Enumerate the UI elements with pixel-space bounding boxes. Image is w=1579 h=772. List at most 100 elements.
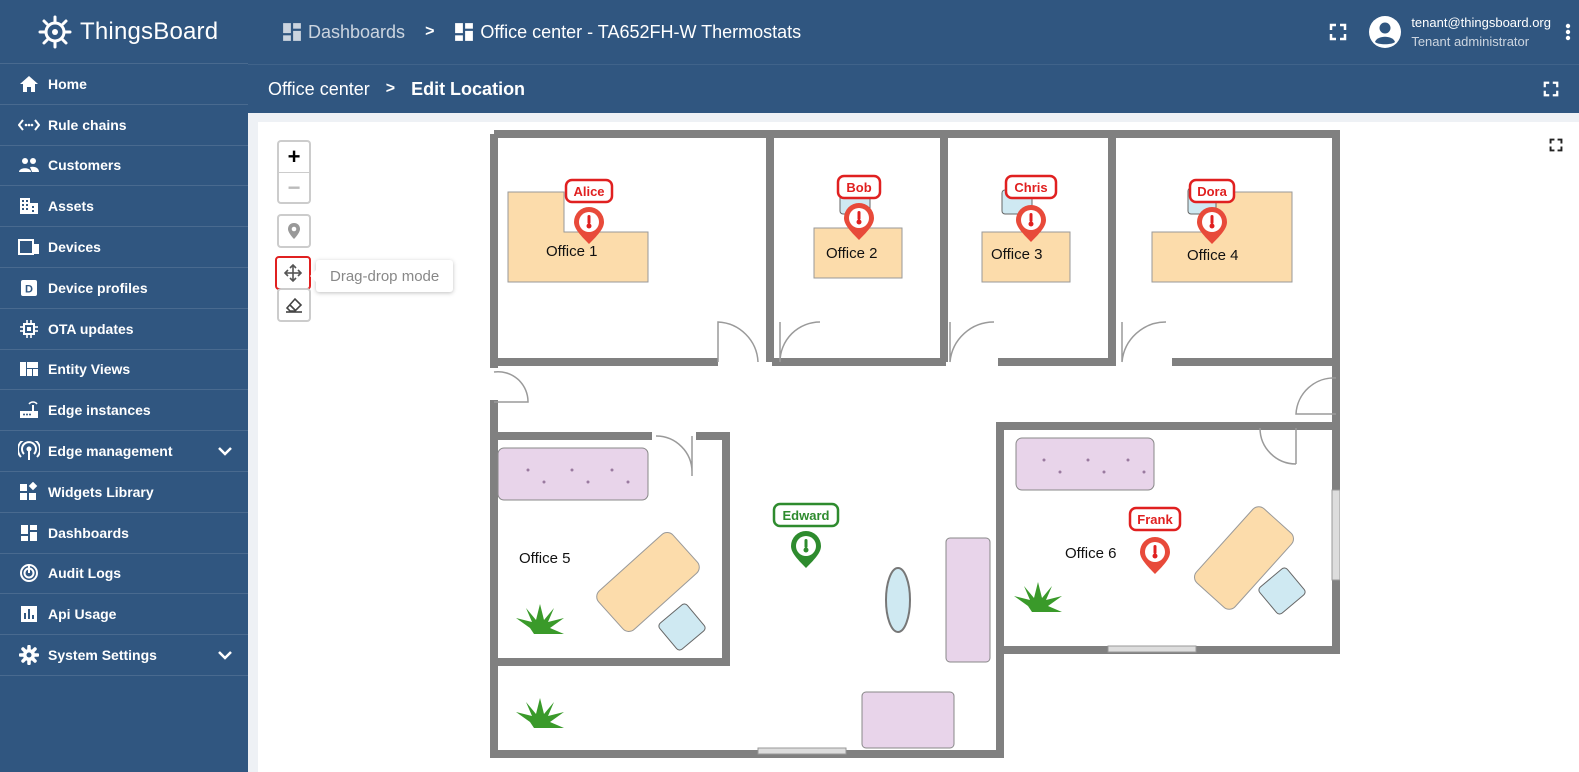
more-vert-icon[interactable] [1565, 23, 1571, 41]
sidebar-item-customers[interactable]: Customers [0, 146, 248, 187]
zoom-in-button[interactable]: + [279, 142, 309, 172]
sidebar-item-device-profiles[interactable]: D Device profiles [0, 268, 248, 309]
sidebar-item-label: Customers [48, 157, 122, 174]
dashboard-icon [283, 23, 301, 41]
breadcrumb-label: Office center - TA652FH-W Thermostats [480, 21, 802, 42]
state-breadcrumb-current: Edit Location [411, 78, 526, 99]
map-widget[interactable]: + − Drag-drop mode Office 1 Office 2 Off… [258, 122, 1579, 772]
floor-plan: Office 1 Office 2 Office 3 Office 4 Offi… [488, 130, 1341, 765]
user-role: Tenant administrator [1411, 34, 1530, 49]
state-breadcrumb-separator: > [385, 80, 396, 97]
sidebar-item-assets[interactable]: Assets [0, 186, 248, 228]
thingsboard-logo-icon [38, 15, 72, 48]
move-arrows-icon [283, 263, 303, 283]
sidebar-item-widgets-library[interactable]: Widgets Library [0, 472, 248, 513]
map-marker-icon [288, 223, 300, 239]
breadcrumb-label: Dashboards [308, 21, 406, 42]
track-changes-icon [18, 563, 40, 583]
router-icon [18, 400, 40, 420]
sidebar-item-rule-chains[interactable]: Rule chains [0, 105, 248, 146]
sidebar-menu: Home Rule chains Customers Assets Device… [0, 64, 248, 676]
sidebar-item-label: Rule chains [48, 116, 127, 133]
marker-label: Edward [783, 508, 830, 523]
sidebar-item-audit-logs[interactable]: Audit Logs [0, 554, 248, 595]
logo[interactable]: ThingsBoard [0, 0, 248, 64]
floor-plan-image: Office 1 Office 2 Office 3 Office 4 Offi… [490, 130, 1341, 758]
sidebar-item-label: Dashboards [48, 524, 129, 541]
devices-icon [18, 237, 40, 257]
drag-drop-tooltip: Drag-drop mode [309, 260, 454, 292]
marker-label: Alice [573, 184, 604, 199]
chip-icon [18, 319, 40, 339]
office-label: Office 3 [991, 246, 1042, 263]
home-icon [18, 74, 40, 94]
sidebar-item-label: OTA updates [48, 320, 134, 337]
sidebar-item-label: Assets [48, 198, 94, 215]
sidebar-item-label: Entity Views [48, 361, 131, 378]
top-header: Dashboards > Office center - TA652FH-W T… [248, 0, 1579, 64]
people-icon [18, 155, 40, 175]
sidebar-item-devices[interactable]: Devices [0, 227, 248, 268]
eraser-icon [285, 297, 303, 313]
office-label: Office 1 [546, 243, 597, 260]
avatar[interactable] [1369, 16, 1402, 48]
breadcrumb-dashboards[interactable]: Dashboards [282, 22, 405, 43]
profile-d-icon: D [18, 278, 40, 298]
svg-text:D: D [25, 283, 33, 295]
eraser-button[interactable] [277, 288, 311, 322]
breadcrumb-separator: > [425, 23, 435, 40]
sidebar-item-label: Widgets Library [48, 483, 154, 500]
widgets-icon [18, 481, 40, 502]
sidebar-item-label: System Settings [48, 647, 157, 664]
sidebar-item-ota-updates[interactable]: OTA updates [0, 309, 248, 350]
dashboard-state-bar: Office center > Edit Location [248, 64, 1579, 113]
sidebar-item-label: Devices [48, 239, 101, 256]
marker-label: Chris [1014, 180, 1047, 195]
sidebar-item-label: Home [48, 75, 87, 92]
fullscreen-icon[interactable] [1329, 23, 1347, 41]
sidebar-item-label: Device profiles [48, 279, 148, 296]
sidebar-item-system-settings[interactable]: System Settings [0, 635, 248, 676]
sidebar-item-label: Edge instances [48, 402, 151, 419]
sidebar-item-edge-management[interactable]: Edge management [0, 431, 248, 472]
code-arrows-icon [18, 115, 40, 135]
fullscreen-icon[interactable] [1543, 81, 1559, 97]
user-info[interactable]: tenant@thingsboard.org Tenant administra… [1411, 13, 1551, 51]
drag-drop-mode-button[interactable] [275, 256, 311, 290]
office-label: Office 5 [519, 550, 570, 567]
sidebar-item-label: Edge management [48, 443, 173, 460]
sidebar-item-dashboards[interactable]: Dashboards [0, 513, 248, 554]
sidebar: ThingsBoard Home Rule chains Customers A… [0, 0, 248, 772]
state-breadcrumb-office-center[interactable]: Office center [268, 79, 370, 100]
zoom-out-button[interactable]: − [279, 172, 309, 202]
breadcrumb-current-dashboard: Office center - TA652FH-W Thermostats [454, 22, 801, 43]
sidebar-item-entity-views[interactable]: Entity Views [0, 350, 248, 391]
office-label: Office 6 [1065, 545, 1116, 562]
office-label: Office 4 [1187, 247, 1238, 264]
device-marker-frank[interactable]: Frank [1128, 506, 1182, 574]
insert-chart-icon [18, 604, 40, 624]
user-email: tenant@thingsboard.org [1411, 15, 1551, 30]
sidebar-item-home[interactable]: Home [0, 64, 248, 105]
marker-label: Dora [1197, 184, 1227, 199]
building-icon [18, 196, 40, 216]
sidebar-item-api-usage[interactable]: Api Usage [0, 594, 248, 636]
zoom-control: + − [277, 140, 311, 204]
header-actions: tenant@thingsboard.org Tenant administra… [1329, 0, 1579, 64]
marker-label: Bob [846, 180, 871, 195]
chevron-down-icon[interactable] [218, 647, 232, 665]
antenna-icon [18, 441, 40, 461]
office-label: Office 2 [826, 245, 877, 262]
sidebar-item-label: Api Usage [48, 606, 117, 623]
dashboard-icon [455, 23, 474, 41]
chevron-down-icon[interactable] [218, 443, 232, 461]
fullscreen-icon[interactable] [1549, 138, 1563, 157]
dashboard-icon [18, 523, 40, 543]
app-name: ThingsBoard [80, 17, 219, 45]
marker-label: Frank [1137, 512, 1173, 527]
sidebar-item-edge-instances[interactable]: Edge instances [0, 390, 248, 432]
device-marker-edward[interactable]: Edward [772, 502, 840, 568]
view-quilt-icon [18, 359, 40, 379]
sidebar-item-label: Audit Logs [48, 565, 122, 582]
add-marker-button[interactable] [277, 214, 311, 248]
